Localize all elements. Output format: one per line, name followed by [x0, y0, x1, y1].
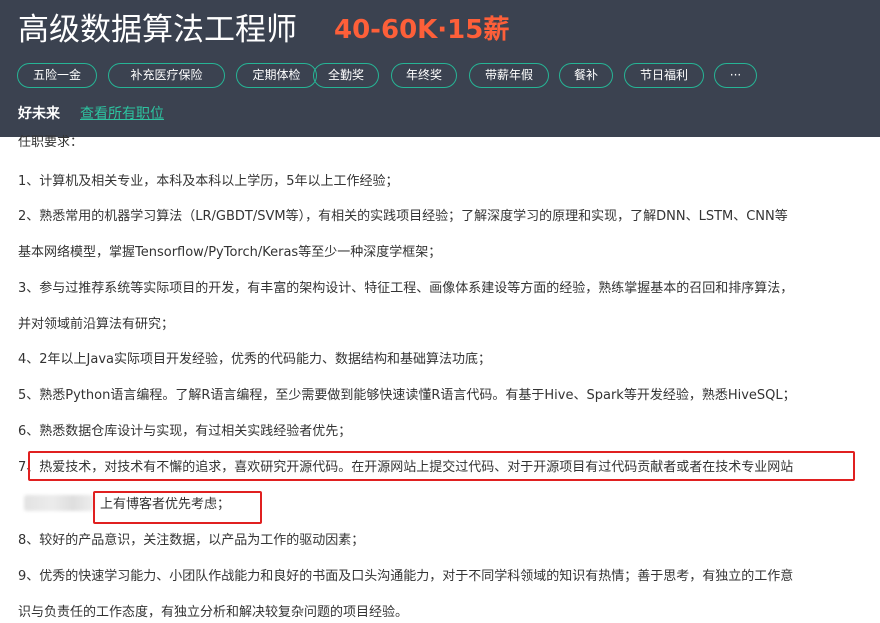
requirement-line: 8、较好的产品意识，关注数据，以产品为工作的驱动因素； — [18, 533, 365, 548]
requirement-line: 3、参与过推荐系统等实际项目的开发，有丰富的架构设计、特征工程、画像体系建设等方… — [18, 281, 794, 296]
requirement-line: 识与负责任的工作态度，有独立分析和解决较复杂问题的项目经验。 — [18, 605, 409, 620]
benefit-tag: 定期体检 — [236, 63, 317, 88]
highlight-box — [28, 451, 855, 481]
requirement-line: 5、熟悉Python语言编程。了解R语言编程，至少需要做到能够快速读懂R语言代码… — [18, 388, 796, 403]
requirement-line: 2、熟悉常用的机器学习算法（LR/GBDT/SVM等），有相关的实践项目经验；了… — [18, 209, 788, 224]
requirements-heading: 任职要求： — [18, 135, 84, 150]
benefit-tag: 五险一金 — [17, 63, 97, 88]
requirement-line: 基本网络模型，掌握Tensorflow/PyTorch/Keras等至少一种深度… — [18, 245, 442, 260]
benefit-tag: 补充医疗保险 — [108, 63, 225, 88]
benefit-tag: 带薪年假 — [469, 63, 549, 88]
benefit-tag: 年终奖 — [391, 63, 457, 88]
job-title: 高级数据算法工程师 — [18, 12, 297, 48]
benefit-tag: 全勤奖 — [313, 63, 379, 88]
job-header: 高级数据算法工程师 40-60K·15薪 五险一金 补充医疗保险 定期体检 全勤… — [0, 0, 880, 137]
highlight-box — [93, 491, 262, 524]
benefit-tags: 五险一金 补充医疗保险 定期体检 全勤奖 年终奖 带薪年假 餐补 节日福利 ··… — [17, 63, 877, 89]
requirement-line: 9、优秀的快速学习能力、小团队作战能力和良好的书面及口头沟通能力，对于不同学科领… — [18, 569, 794, 584]
company-name: 好未来 — [18, 106, 60, 122]
requirement-line: 1、计算机及相关专业，本科及本科以上学历，5年以上工作经验； — [18, 174, 399, 189]
job-description: 任职要求： 1、计算机及相关专业，本科及本科以上学历，5年以上工作经验； 2、熟… — [0, 135, 880, 623]
requirement-line: 6、熟悉数据仓库设计与实现，有过相关实践经验者优先； — [18, 424, 352, 439]
benefit-tag: 餐补 — [559, 63, 613, 88]
view-all-jobs-link[interactable]: 查看所有职位 — [80, 104, 164, 124]
benefit-tag: 节日福利 — [624, 63, 704, 88]
salary: 40-60K·15薪 — [334, 15, 510, 45]
requirement-line: 并对领域前沿算法有研究； — [18, 317, 175, 332]
more-tags-button[interactable]: ··· — [714, 63, 757, 88]
blurred-redaction — [24, 495, 94, 511]
requirement-line: 4、2年以上Java实际项目开发经验，优秀的代码能力、数据结构和基础算法功底； — [18, 352, 492, 367]
